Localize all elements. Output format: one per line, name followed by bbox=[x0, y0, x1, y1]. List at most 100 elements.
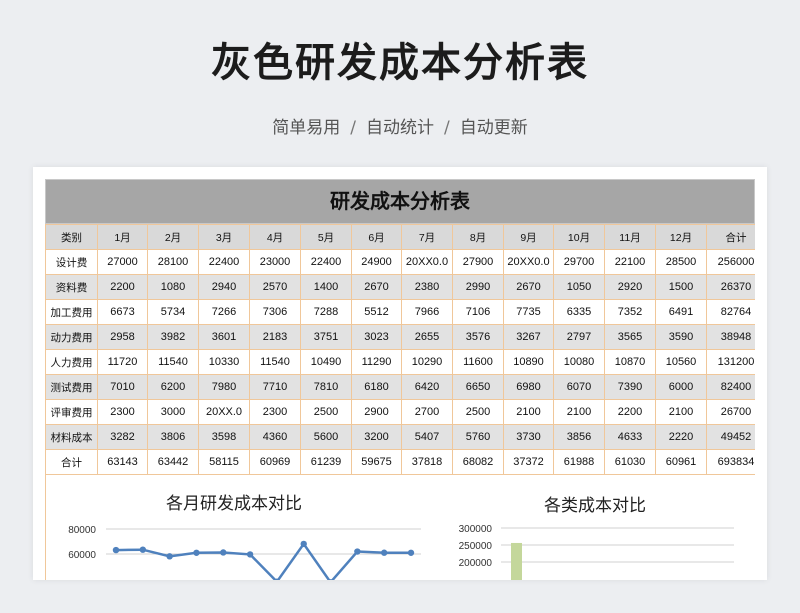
table-cell: 2655 bbox=[401, 324, 453, 350]
table-cell: 10330 bbox=[198, 349, 250, 375]
table-cell: 1500 bbox=[655, 274, 707, 300]
table-cell: 7810 bbox=[300, 374, 352, 400]
table-cell: 58115 bbox=[198, 449, 250, 475]
line-chart-point bbox=[380, 549, 388, 556]
table-cell: 2940 bbox=[198, 274, 250, 300]
table-cell: 2990 bbox=[452, 274, 504, 300]
table-cell: 82764 bbox=[706, 299, 755, 325]
line-chart-ytick-label: 80000 bbox=[68, 525, 96, 536]
table-cell: 6200 bbox=[147, 374, 199, 400]
table-cell: 38948 bbox=[706, 324, 755, 350]
table-cell: 2300 bbox=[249, 399, 301, 425]
table-row: 动力费用 2958 3982 3601 2183 3751 3023 2655 3576 3267… bbox=[45, 324, 755, 350]
table-cell: 7390 bbox=[604, 374, 656, 400]
table-cell: 10290 bbox=[401, 349, 453, 375]
table-cell: 9月 bbox=[503, 224, 554, 250]
table-cell: 11月 bbox=[604, 224, 656, 250]
table-cell: 6335 bbox=[553, 299, 605, 325]
table-cell: 7288 bbox=[300, 299, 352, 325]
table-cell: 10月 bbox=[553, 224, 605, 250]
bar-chart-bar bbox=[511, 542, 522, 580]
table-cell: 63143 bbox=[97, 449, 148, 475]
line-chart-ytick-label: 60000 bbox=[68, 550, 96, 561]
table-cell: 61239 bbox=[300, 449, 352, 475]
subtitle-part-autoupdate: 自动更新 bbox=[459, 118, 528, 138]
table-cell: 7月 bbox=[401, 224, 453, 250]
table-cell: 6980 bbox=[503, 374, 554, 400]
table-cell: 2100 bbox=[503, 399, 554, 425]
table-cell: 37372 bbox=[503, 449, 554, 475]
table-cell: 3576 bbox=[452, 324, 504, 350]
table-cell: 6月 bbox=[351, 224, 402, 250]
table-cell: 5600 bbox=[300, 424, 352, 450]
table-cell: 11290 bbox=[351, 349, 402, 375]
table-cell: 3601 bbox=[198, 324, 250, 350]
table-row: 设计费 27000 28100 22400 23000 22400 24900 20XX0.0… bbox=[45, 249, 755, 275]
table-cell: 11720 bbox=[97, 349, 148, 375]
table-cell: 10870 bbox=[604, 349, 656, 375]
table-cell: 1080 bbox=[147, 274, 199, 300]
table-cell: 2300 bbox=[97, 399, 148, 425]
table-cell: 24900 bbox=[351, 249, 402, 275]
table-cell: 5734 bbox=[147, 299, 199, 325]
table-cell: 37818 bbox=[401, 449, 453, 475]
table-cell: 8月 bbox=[452, 224, 504, 250]
table-cell: 11540 bbox=[147, 349, 199, 375]
table-header-row: 类别 1月 2月 3月 4月 5月 6月 7月 8月 9月 10月 11月 12月 合计 bbox=[45, 224, 755, 250]
table-cell: 5407 bbox=[401, 424, 453, 450]
table-cell: 22400 bbox=[198, 249, 250, 275]
table-cell: 23000 bbox=[249, 249, 301, 275]
table-cell: 49452 bbox=[706, 424, 755, 450]
table-cell: 61988 bbox=[553, 449, 605, 475]
subtitle-part-autostat: 自动统计 bbox=[366, 118, 434, 138]
table-cell: 3590 bbox=[655, 324, 707, 350]
table-cell: 2920 bbox=[604, 274, 656, 300]
table-cell: 28100 bbox=[147, 249, 199, 275]
spreadsheet-grid: 研发成本分析表 类别 1月 2月 3月 4月 5月 6月 7月 8月 9月 10月 11月 12月 合计设… bbox=[45, 179, 755, 580]
spreadsheet-preview: 研发成本分析表 类别 1月 2月 3月 4月 5月 6月 7月 8月 9月 10月 11月 12月 合计设… bbox=[33, 167, 767, 580]
row-label-cell: 合计 bbox=[45, 449, 98, 475]
table-cell: 2958 bbox=[97, 324, 148, 350]
table-cell: 2380 bbox=[401, 274, 453, 300]
table-cell: 3565 bbox=[604, 324, 656, 350]
table-cell: 29700 bbox=[553, 249, 605, 275]
line-chart-point bbox=[246, 551, 254, 558]
table-cell: 2500 bbox=[300, 399, 352, 425]
table-cell: 131200 bbox=[706, 349, 755, 375]
table-cell: 7352 bbox=[604, 299, 656, 325]
table-cell: 2700 bbox=[401, 399, 453, 425]
bar-chart-ytick-label: 250000 bbox=[459, 541, 493, 552]
table-cell: 22400 bbox=[300, 249, 352, 275]
row-label-cell: 加工费用 bbox=[45, 299, 98, 325]
table-cell: 7106 bbox=[452, 299, 504, 325]
table-cell: 61030 bbox=[604, 449, 656, 475]
table-cell: 4633 bbox=[604, 424, 656, 450]
table-cell: 2220 bbox=[655, 424, 707, 450]
table-cell: 4360 bbox=[249, 424, 301, 450]
table-cell: 10490 bbox=[300, 349, 352, 375]
table-cell: 59675 bbox=[351, 449, 402, 475]
charts-area: 各月研发成本对比 各类成本对比 80000 60000 300000 250000 20… bbox=[45, 475, 755, 580]
line-chart-point bbox=[166, 553, 173, 560]
table-cell: 3730 bbox=[503, 424, 554, 450]
table-cell: 4月 bbox=[249, 224, 301, 250]
table-cell: 5760 bbox=[452, 424, 504, 450]
subtitle-part-easy: 简单易用 bbox=[272, 118, 341, 138]
charts-svg: 80000 60000 300000 250000 200000 bbox=[68, 524, 734, 580]
table-cell: 7735 bbox=[503, 299, 554, 325]
table-cell: 7266 bbox=[198, 299, 250, 325]
page-subtitle: 简单易用 / 自动统计 / 自动更新 bbox=[0, 113, 800, 138]
table-cell: 10080 bbox=[553, 349, 605, 375]
table-cell: 12月 bbox=[655, 224, 707, 250]
table-cell: 3282 bbox=[97, 424, 148, 450]
table-cell: 3000 bbox=[147, 399, 199, 425]
table-cell: 60961 bbox=[655, 449, 707, 475]
table-cell: 20XX0.0 bbox=[503, 249, 554, 275]
line-chart-point bbox=[354, 548, 361, 555]
row-label-cell: 测试费用 bbox=[45, 374, 98, 400]
sheet-title: 研发成本分析表 bbox=[45, 179, 755, 224]
table-row: 人力费用 11720 11540 10330 11540 10490 11290 10290 1… bbox=[45, 349, 755, 375]
table-cell: 6673 bbox=[97, 299, 148, 325]
line-chart-point bbox=[139, 546, 147, 553]
row-label-cell: 材料成本 bbox=[45, 424, 98, 450]
